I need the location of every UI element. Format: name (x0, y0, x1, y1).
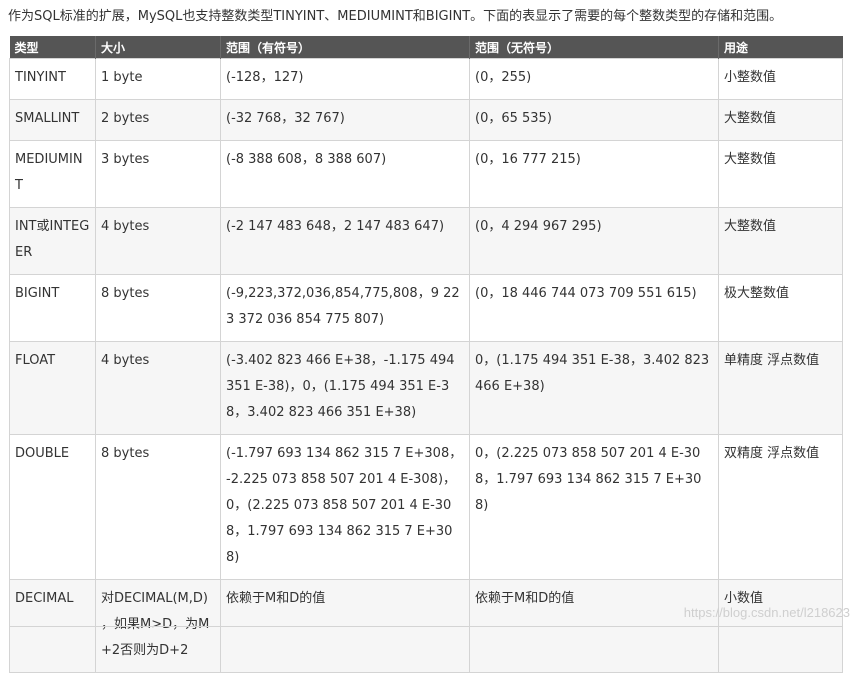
cell-signed: (-9,223,372,036,854,775,808，9 223 372 03… (220, 274, 470, 342)
cell-usage: 大整数值 (718, 207, 843, 275)
cell-usage: 大整数值 (718, 99, 843, 141)
header-size: 大小 (95, 36, 221, 59)
table-row: SMALLINT 2 bytes (-32 768，32 767) (0，65 … (9, 99, 843, 141)
cell-unsigned: 0，(1.175 494 351 E-38，3.402 823 466 E+38… (469, 341, 719, 435)
cell-type: BIGINT (9, 274, 96, 342)
cell-signed: (-128，127) (220, 58, 470, 100)
cell-type: INT或INTEGER (9, 207, 96, 275)
cell-type: DOUBLE (9, 434, 96, 580)
cell-usage: 小整数值 (718, 58, 843, 100)
cell-size: 8 bytes (95, 274, 221, 342)
cell-usage: 双精度 浮点数值 (718, 434, 843, 580)
table-row: TINYINT 1 byte (-128，127) (0，255) 小整数值 (9, 58, 843, 100)
header-type: 类型 (9, 36, 96, 59)
cell-size: 3 bytes (95, 140, 221, 208)
header-signed-range: 范围（有符号） (220, 36, 470, 59)
header-unsigned-range: 范围（无符号） (469, 36, 719, 59)
table-row: DOUBLE 8 bytes (-1.797 693 134 862 315 7… (9, 434, 843, 580)
cell-unsigned: (0，65 535) (469, 99, 719, 141)
cell-signed: (-1.797 693 134 862 315 7 E+308，-2.225 0… (220, 434, 470, 580)
cell-type: TINYINT (9, 58, 96, 100)
cell-signed: (-8 388 608，8 388 607) (220, 140, 470, 208)
table-row: MEDIUMINT 3 bytes (-8 388 608，8 388 607)… (9, 140, 843, 208)
table-row: BIGINT 8 bytes (-9,223,372,036,854,775,8… (9, 274, 843, 342)
cell-signed: (-3.402 823 466 E+38，-1.175 494 351 E-38… (220, 341, 470, 435)
cell-size: 4 bytes (95, 341, 221, 435)
cell-size: 1 byte (95, 58, 221, 100)
cell-unsigned: (0，4 294 967 295) (469, 207, 719, 275)
intro-text: 作为SQL标准的扩展，MySQL也支持整数类型TINYINT、MEDIUMINT… (8, 9, 783, 24)
cell-type: SMALLINT (9, 99, 96, 141)
cell-usage: 大整数值 (718, 140, 843, 208)
table-bottom-divider (9, 626, 842, 627)
cell-usage: 极大整数值 (718, 274, 843, 342)
header-usage: 用途 (718, 36, 843, 59)
cell-signed: (-2 147 483 648，2 147 483 647) (220, 207, 470, 275)
cell-usage: 单精度 浮点数值 (718, 341, 843, 435)
cell-unsigned: 0，(2.225 073 858 507 201 4 E-308，1.797 6… (469, 434, 719, 580)
table-row: FLOAT 4 bytes (-3.402 823 466 E+38，-1.17… (9, 341, 843, 435)
cell-type: FLOAT (9, 341, 96, 435)
cell-size: 8 bytes (95, 434, 221, 580)
cell-signed: (-32 768，32 767) (220, 99, 470, 141)
cell-size: 2 bytes (95, 99, 221, 141)
cell-unsigned: (0，255) (469, 58, 719, 100)
integer-types-table: 类型 大小 范围（有符号） 范围（无符号） 用途 TINYINT 1 byte … (9, 36, 843, 673)
table-header-row: 类型 大小 范围（有符号） 范围（无符号） 用途 (9, 36, 843, 59)
cell-type: MEDIUMINT (9, 140, 96, 208)
table-row: INT或INTEGER 4 bytes (-2 147 483 648，2 14… (9, 207, 843, 275)
cell-size: 4 bytes (95, 207, 221, 275)
cell-unsigned: (0，16 777 215) (469, 140, 719, 208)
cell-unsigned: (0，18 446 744 073 709 551 615) (469, 274, 719, 342)
watermark-text: https://blog.csdn.net/l218623 (683, 605, 850, 620)
